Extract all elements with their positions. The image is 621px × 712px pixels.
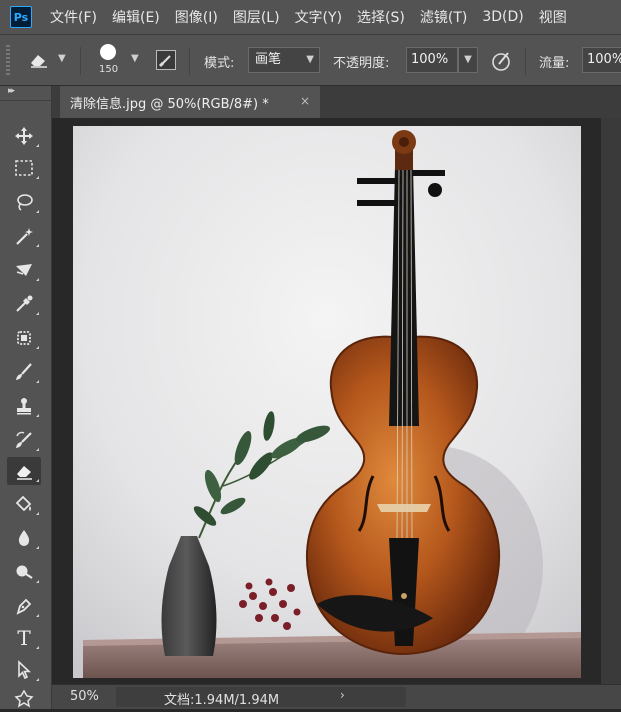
menu-view[interactable]: 视图 — [539, 7, 567, 27]
type-icon: T — [17, 626, 31, 650]
close-icon[interactable]: × — [300, 94, 310, 108]
status-bar: 50% 文档:1.94M/1.94M › — [52, 684, 621, 709]
chevron-down-icon[interactable]: ▼ — [131, 53, 139, 64]
document-tab-title: 清除信息.jpg @ 50%(RGB/8#) * — [70, 96, 269, 112]
custom-shape-tool[interactable] — [7, 684, 41, 712]
menu-3d[interactable]: 3D(D) — [482, 9, 523, 25]
healing-brush-tool[interactable] — [7, 324, 41, 352]
bandage-icon — [17, 331, 31, 345]
zoom-level[interactable]: 50% — [70, 689, 99, 704]
photoshop-logo-icon[interactable]: Ps — [10, 6, 32, 28]
mode-select-value: 画笔 — [255, 52, 282, 67]
options-bar-grip[interactable] — [6, 45, 10, 75]
document-size-info: 文档:1.94M/1.94M — [164, 693, 280, 708]
document-tab-bar: 清除信息.jpg @ 50%(RGB/8#) * × — [52, 86, 621, 118]
separator — [525, 47, 526, 75]
magic-wand-tool[interactable] — [7, 222, 41, 250]
menu-filter[interactable]: 滤镜(T) — [420, 7, 467, 27]
dodge-tool[interactable] — [7, 558, 41, 586]
tool-preset-picker[interactable] — [28, 51, 50, 73]
eraser-icon — [17, 466, 32, 480]
history-brush-icon — [16, 431, 32, 448]
document-tab[interactable]: 清除信息.jpg @ 50%(RGB/8#) * × — [60, 86, 320, 118]
move-tool[interactable] — [7, 122, 41, 150]
menu-edit[interactable]: 编辑(E) — [112, 7, 160, 27]
flow-label: 流量: — [539, 56, 570, 71]
opacity-input[interactable]: 100% — [406, 47, 458, 73]
eraser-tool[interactable] — [7, 457, 41, 485]
type-tool[interactable]: T — [7, 624, 41, 652]
brush-size-value: 150 — [99, 64, 119, 75]
flow-input[interactable]: 100% — [582, 47, 621, 73]
clone-stamp-tool[interactable] — [7, 392, 41, 420]
mode-select[interactable]: 画笔 ▼ — [248, 47, 320, 73]
chevron-right-icon[interactable]: › — [340, 688, 345, 702]
lasso-icon — [17, 194, 33, 211]
opacity-label: 不透明度: — [333, 56, 390, 71]
eyedropper-tool[interactable] — [7, 290, 41, 318]
move-icon — [15, 127, 33, 145]
vertical-scrollbar[interactable] — [601, 118, 621, 684]
dodge-icon — [16, 565, 33, 579]
separator — [189, 47, 190, 75]
magic-wand-icon — [16, 228, 33, 245]
shape-icon — [14, 689, 34, 708]
marquee-tool[interactable] — [7, 154, 41, 182]
mode-label: 模式: — [204, 56, 235, 71]
pressure-icon — [492, 52, 510, 71]
path-selection-tool[interactable] — [7, 656, 41, 684]
separator — [80, 47, 81, 75]
stamp-icon — [17, 398, 31, 415]
brush-tool[interactable] — [7, 358, 41, 386]
brush-tip-preview[interactable] — [100, 44, 116, 60]
arrow-select-icon — [18, 660, 32, 680]
separator — [0, 100, 52, 101]
eraser-icon — [31, 55, 47, 68]
menu-select[interactable]: 选择(S) — [357, 7, 405, 27]
pen-icon — [16, 598, 32, 615]
tools-panel: ▸▸ T — [0, 86, 52, 709]
violin-photo — [73, 126, 581, 678]
paint-bucket-icon — [15, 495, 32, 512]
chevron-down-icon[interactable]: ▼ — [58, 53, 66, 64]
document-image[interactable] — [73, 126, 581, 678]
menu-layer[interactable]: 图层(L) — [233, 7, 280, 27]
eyedropper-icon — [16, 295, 33, 312]
crop-icon — [16, 264, 32, 276]
chevron-down-icon: ▼ — [306, 54, 314, 65]
brush-panel-icon — [158, 55, 171, 68]
rect-marquee-icon — [15, 160, 33, 176]
blur-tool[interactable] — [7, 524, 41, 552]
menu-image[interactable]: 图像(I) — [175, 7, 218, 27]
brush-settings-button[interactable] — [156, 50, 176, 70]
blur-drop-icon — [18, 530, 30, 546]
lasso-tool[interactable] — [7, 188, 41, 216]
opacity-dropdown[interactable]: ▼ — [458, 47, 478, 73]
menu-file[interactable]: 文件(F) — [50, 7, 97, 27]
brush-icon — [16, 363, 32, 380]
paint-bucket-tool[interactable] — [7, 490, 41, 518]
crop-tool[interactable] — [7, 256, 41, 284]
menu-type[interactable]: 文字(Y) — [295, 7, 342, 27]
collapse-panel-icon[interactable]: ▸▸ — [8, 86, 15, 96]
pressure-opacity-button[interactable] — [490, 49, 514, 77]
options-bar: ▼ 150 ▼ 模式: 画笔 ▼ 不透明度: 100% ▼ 流量: 100% — [0, 34, 621, 86]
history-brush-tool[interactable] — [7, 426, 41, 454]
pen-tool[interactable] — [7, 592, 41, 620]
menu-bar: Ps 文件(F) 编辑(E) 图像(I) 图层(L) 文字(Y) 选择(S) 滤… — [0, 0, 621, 34]
